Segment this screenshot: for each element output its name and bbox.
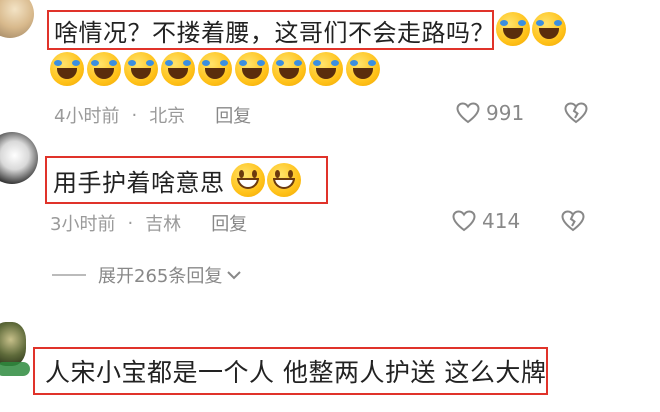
comment-text: 啥情况？不搂着腰，这哥们不会走路吗？ <box>47 10 495 50</box>
laughing-crying-emoji-icon <box>309 52 343 86</box>
reply-button[interactable]: 回复 <box>215 102 251 128</box>
dislike-button[interactable] <box>564 102 588 128</box>
like-count: 414 <box>482 209 521 233</box>
avatar-badge <box>0 362 30 376</box>
user-avatar[interactable] <box>0 132 38 184</box>
grinning-emoji-icon <box>230 163 265 197</box>
broken-heart-icon <box>561 210 585 232</box>
comment-location: 吉林 <box>145 214 182 235</box>
laughing-crying-emoji-icon <box>346 52 380 86</box>
like-count: 991 <box>486 101 525 125</box>
grinning-emoji-icon <box>266 163 301 197</box>
laughing-crying-emoji-icon <box>235 52 269 86</box>
laughing-crying-emoji-icon <box>532 12 566 46</box>
laughing-crying-emoji-icon <box>161 52 195 86</box>
chevron-down-icon <box>227 271 242 280</box>
broken-heart-icon <box>564 102 588 124</box>
heart-icon <box>452 210 476 232</box>
dislike-button[interactable] <box>561 210 585 236</box>
heart-icon <box>456 102 480 124</box>
laughing-crying-emoji-icon <box>87 52 121 86</box>
comment-text: 人宋小宝都是一个人 他整两人护送 这么大牌 <box>33 347 548 395</box>
comment-meta: 4小时前 · 北京 回复 <box>54 102 251 128</box>
comment-time: 4小时前 <box>54 106 120 127</box>
separator-dot: · <box>127 212 134 234</box>
laughing-crying-emoji-icon <box>496 12 530 46</box>
emoji-row <box>50 52 380 86</box>
like-button[interactable]: 414 <box>452 209 520 233</box>
comment-meta: 3小时前 · 吉林 回复 <box>50 210 247 236</box>
expand-replies-button[interactable]: 展开265条回复 <box>52 262 242 288</box>
laughing-crying-emoji-icon <box>50 52 84 86</box>
reply-button[interactable]: 回复 <box>211 210 247 236</box>
emoji-row <box>496 12 566 46</box>
laughing-crying-emoji-icon <box>272 52 306 86</box>
laughing-crying-emoji-icon <box>198 52 232 86</box>
like-button[interactable]: 991 <box>456 101 524 125</box>
divider-line <box>52 274 86 276</box>
comment-text: 用手护着啥意思 <box>53 168 225 197</box>
user-avatar[interactable] <box>0 322 26 366</box>
comment-location: 北京 <box>149 106 186 127</box>
comment-time: 3小时前 <box>50 214 116 235</box>
user-avatar[interactable] <box>0 0 34 38</box>
separator-dot: · <box>131 104 138 126</box>
comment-text-box: 用手护着啥意思 <box>45 156 328 204</box>
expand-replies-label: 展开265条回复 <box>98 266 223 287</box>
laughing-crying-emoji-icon <box>124 52 158 86</box>
